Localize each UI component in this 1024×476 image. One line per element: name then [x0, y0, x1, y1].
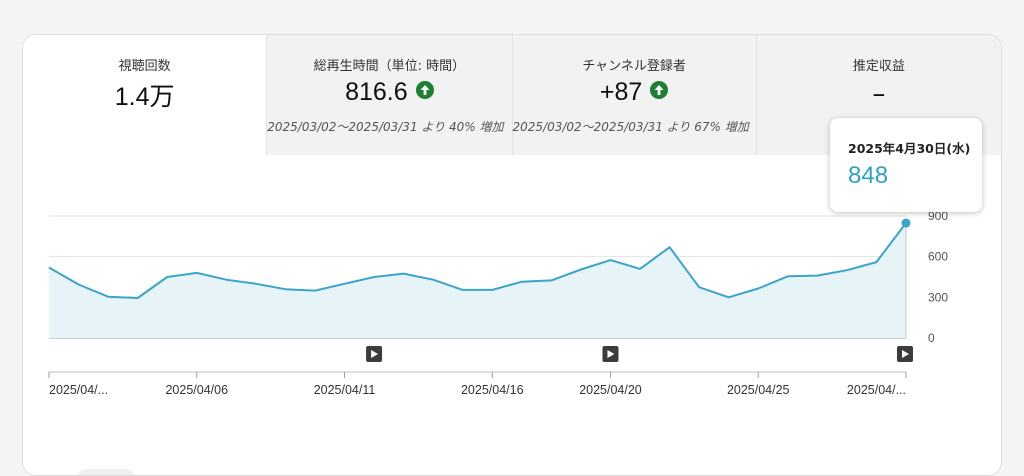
tooltip-date: 2025年4月30日(水) — [848, 141, 971, 156]
y-tick-label: 600 — [928, 250, 948, 264]
y-tick-label: 0 — [928, 331, 935, 345]
x-tick-label: 2025/04/16 — [461, 383, 524, 397]
x-tick-label: 2025/04/11 — [314, 383, 376, 397]
x-tick-label: 2025/04/25 — [727, 383, 790, 397]
x-tick-label: 2025/04/06 — [165, 383, 228, 397]
line-chart: 03006009002025/04/... 2025/04/06 2025/04/1… — [48, 209, 948, 397]
chart-tooltip: 2025年4月30日(水) 848 — [830, 118, 982, 212]
highlighted-point — [901, 218, 911, 228]
bottom-chip[interactable] — [77, 469, 135, 475]
x-tick-label: 2025/04/... — [49, 383, 108, 397]
x-tick-label: 2025/04/... — [847, 383, 906, 397]
y-tick-label: 300 — [928, 290, 948, 304]
tooltip-value: 848 — [848, 162, 889, 189]
x-tick-label: 2025/04/20 — [579, 383, 642, 397]
